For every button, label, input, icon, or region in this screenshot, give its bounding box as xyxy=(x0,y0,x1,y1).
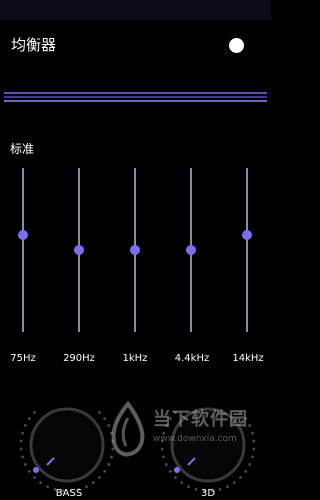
equalizer-toggle[interactable] xyxy=(229,38,244,53)
knob-scale-dot xyxy=(39,481,43,485)
status-bar xyxy=(0,0,271,20)
watermark-logo-icon xyxy=(111,400,145,457)
bass-knob[interactable] xyxy=(17,395,117,495)
knob-scale-dot xyxy=(23,463,27,466)
slider-thumb[interactable] xyxy=(74,245,84,255)
knob-level-dot xyxy=(33,467,39,473)
knob-scale-dot xyxy=(98,411,101,414)
knob-scale-dot xyxy=(21,455,24,459)
band-label: 4.4kHz xyxy=(174,353,210,364)
preset-selector[interactable]: 标准 xyxy=(10,142,34,156)
virtualizer-knob-label: 3D xyxy=(200,488,216,499)
band-label: 14kHz xyxy=(232,353,264,364)
watermark-url: www.downxia.com xyxy=(153,434,237,444)
band-slider-14khz[interactable] xyxy=(237,168,257,332)
equalizer-screen: 均衡器 标准 75Hz 290Hz 1kHz 4.4kHz 14kHz BASS… xyxy=(0,0,271,500)
knob-scale-dot xyxy=(232,481,236,485)
bass-knob-label: BASS xyxy=(55,488,83,499)
watermark-text: 当下软件园 xyxy=(153,409,248,430)
spectrum-line xyxy=(4,96,267,98)
knob-scale-dot xyxy=(91,481,95,485)
spectrum-visualizer xyxy=(4,92,267,102)
slider-track xyxy=(22,168,24,332)
band-slider-290hz[interactable] xyxy=(69,168,89,332)
band-slider-4-4khz[interactable] xyxy=(181,168,201,332)
spectrum-line xyxy=(4,100,267,102)
slider-thumb[interactable] xyxy=(242,230,252,241)
knob-scale-dot xyxy=(27,469,31,473)
band-slider-1khz[interactable] xyxy=(125,168,145,332)
knob-scale-dot xyxy=(19,439,23,443)
knob-scale-dot xyxy=(33,411,36,414)
knob-scale-dot xyxy=(21,431,24,435)
band-label: 1kHz xyxy=(122,353,148,364)
slider-thumb[interactable] xyxy=(18,230,28,241)
knob-scale-dot xyxy=(98,476,101,479)
band-label: 75Hz xyxy=(10,353,36,364)
spectrum-line xyxy=(4,92,267,94)
slider-thumb[interactable] xyxy=(186,245,196,255)
bass-knob-graphic xyxy=(19,407,115,493)
watermark: 当下软件园 www.downxia.com xyxy=(104,400,264,480)
knob-scale-dot xyxy=(23,424,27,427)
band-label: 290Hz xyxy=(63,353,95,364)
slider-track xyxy=(246,168,248,332)
page-title: 均衡器 xyxy=(11,36,57,54)
knob-dial xyxy=(29,407,105,483)
knob-scale-dot xyxy=(19,447,23,451)
band-slider-75hz[interactable] xyxy=(13,168,33,332)
knob-scale-dot xyxy=(27,417,31,421)
knob-scale-dot xyxy=(33,476,36,479)
slider-thumb[interactable] xyxy=(130,245,140,255)
knob-scale-dot xyxy=(180,481,184,485)
